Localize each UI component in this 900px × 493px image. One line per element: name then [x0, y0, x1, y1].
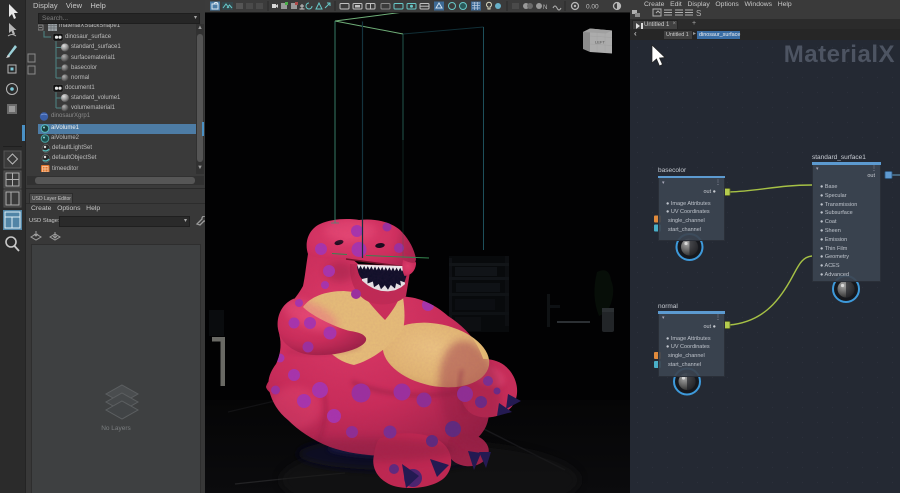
- svg-text:N: N: [543, 5, 547, 11]
- svg-text:0.00: 0.00: [586, 4, 599, 11]
- svg-text:S: S: [696, 9, 701, 18]
- svg-text:LEFT: LEFT: [595, 40, 605, 45]
